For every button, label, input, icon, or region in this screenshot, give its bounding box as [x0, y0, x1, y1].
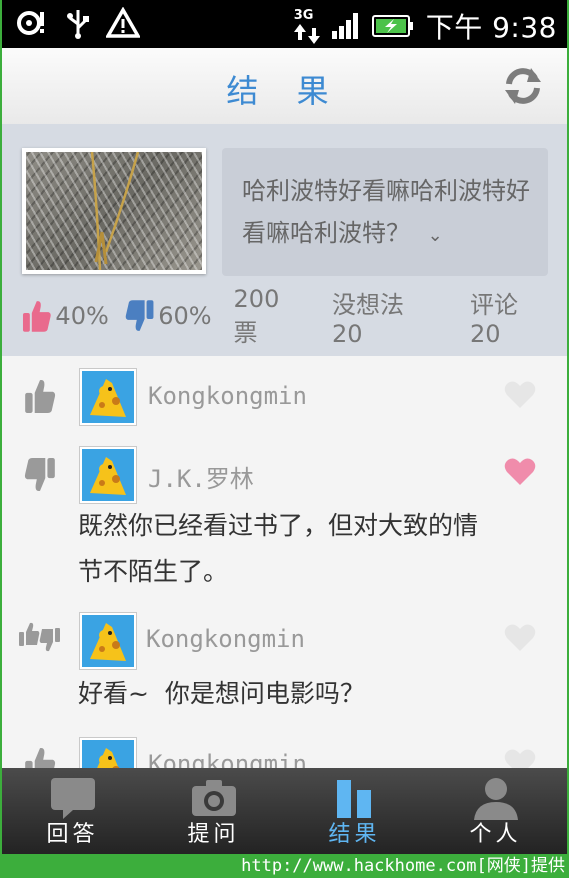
question-photo [26, 152, 202, 270]
expand-chevron-icon[interactable]: ⌄ [428, 225, 443, 246]
answer-text: 既然你已经看过书了，但对大致的情节不陌生了。 [78, 511, 479, 586]
speech-bubble-icon [50, 778, 95, 819]
refresh-icon[interactable] [501, 64, 545, 108]
avatar[interactable] [80, 369, 136, 425]
username[interactable]: Kongkongmin [148, 750, 307, 768]
avatar[interactable] [80, 447, 136, 503]
answer-row[interactable]: Kongkongmin [2, 356, 567, 434]
bar-chart-icon [336, 780, 371, 818]
usb-icon [67, 10, 89, 39]
avatar[interactable] [80, 613, 136, 669]
title-bar: 结 果 [2, 48, 567, 125]
person-icon [473, 778, 518, 820]
warning-icon [106, 7, 140, 38]
thumbs-up-gray-icon [25, 379, 56, 413]
tab-label: 结果 [328, 822, 381, 847]
tab-answer[interactable]: 回答 [2, 768, 143, 854]
location-notification-icon [17, 11, 44, 35]
clock: 下午 9:38 [425, 11, 557, 44]
status-bar: 3G 下午 9:38 [2, 0, 567, 48]
username[interactable]: J.K.罗林 [148, 459, 254, 494]
heart-icon[interactable] [503, 748, 537, 768]
battery-charging-icon [371, 15, 413, 37]
username[interactable]: Kongkongmin [146, 625, 305, 653]
answer-row[interactable]: J.K.罗林 既然你已经看过书了，但对大致的情节不陌生了。 [2, 433, 567, 600]
thumbs-up-gray-icon [25, 747, 56, 768]
thumbs-up-icon[interactable] [22, 299, 51, 333]
tab-label: 回答 [46, 822, 99, 847]
thumbs-down-icon[interactable] [125, 299, 154, 333]
heart-icon[interactable] [503, 380, 537, 410]
data-arrows-icon [293, 24, 320, 44]
camera-icon [191, 780, 236, 816]
tab-profile[interactable]: 个人 [425, 768, 566, 854]
question-image[interactable] [22, 148, 206, 274]
dislike-percent: 60% [158, 302, 212, 330]
heart-icon[interactable] [503, 623, 537, 653]
username[interactable]: Kongkongmin [148, 382, 307, 410]
network-type-label: 3G [293, 8, 314, 23]
question-stats: 40% 60% 200票 没想法 20 评论20 [22, 285, 547, 348]
avatar[interactable] [80, 738, 136, 768]
like-percent: 40% [55, 302, 109, 330]
watermark: http://www.hackhome.com[网侠]提供 [241, 856, 565, 876]
tab-result[interactable]: 结果 [284, 768, 425, 854]
question-card: 哈利波特好看嘛哈利波特好看嘛哈利波特？ ⌄ 40% 60% 200票 没想法 2… [2, 124, 567, 356]
answer-row[interactable]: Kongkongmin 好看~ 你是想问电影吗？ [2, 599, 567, 727]
app-frame: 3G 下午 9:38 结 果 哈利波特好看嘛哈利波特好看嘛哈利波特？ ⌄ 40%… [2, 0, 567, 854]
page-title: 结 果 [226, 72, 343, 110]
tab-ask[interactable]: 提问 [143, 768, 284, 854]
question-text-box[interactable]: 哈利波特好看嘛哈利波特好看嘛哈利波特？ ⌄ [222, 148, 548, 276]
signal-icon [331, 13, 358, 39]
bottom-nav: 回答 提问 结果 个人 [2, 768, 567, 854]
answer-list[interactable]: Kongkongmin J.K.罗林 既然你已经看过书了，但对大致的情节不陌生了… [2, 356, 567, 768]
tab-label: 提问 [187, 822, 240, 847]
thumbs-down-gray-icon [24, 458, 55, 492]
no-opinion-count[interactable]: 没想法 20 [332, 285, 440, 348]
vote-count: 200票 [233, 284, 280, 347]
network-3g-indicator: 3G [293, 8, 320, 44]
thumbs-up-down-gray-icon [19, 622, 60, 652]
heart-liked-icon[interactable] [503, 457, 537, 487]
answer-text: 好看~ 你是想问电影吗？ [78, 679, 365, 708]
comment-count[interactable]: 评论20 [470, 285, 547, 348]
tab-label: 个人 [469, 822, 522, 847]
answer-row[interactable]: Kongkongmin [2, 726, 567, 768]
question-text: 哈利波特好看嘛哈利波特好看嘛哈利波特？ [242, 177, 530, 247]
